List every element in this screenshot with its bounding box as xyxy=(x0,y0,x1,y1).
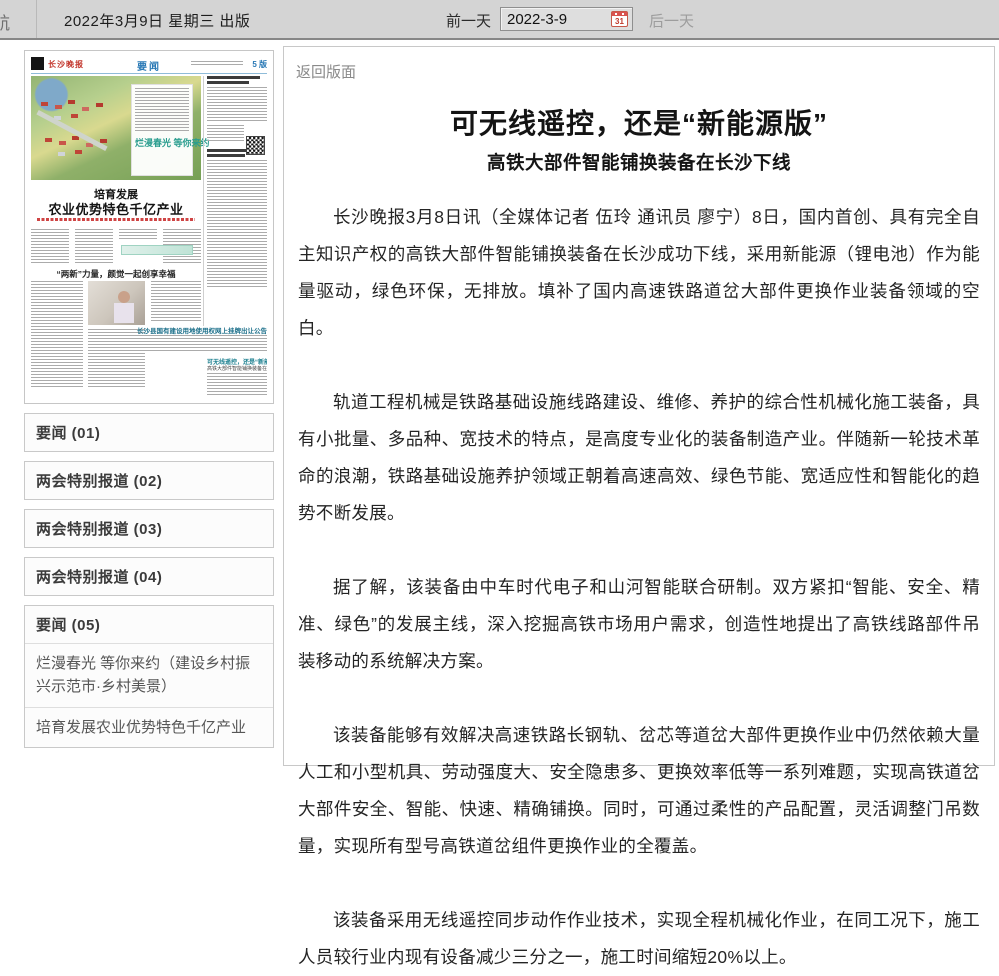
text-lines xyxy=(207,87,267,121)
section-label[interactable]: 要闻 (01) xyxy=(25,414,273,451)
article-paragraph: 据了解，该装备由中车时代电子和山河智能联合研制。双方紧扣“智能、安全、精准、绿色… xyxy=(298,569,980,680)
worker-photo xyxy=(88,281,145,325)
section-label[interactable]: 两会特别报道 (03) xyxy=(25,510,273,547)
date-navigation-bar: 航 2022年3月9日 星期三 出版 前一天 2022-3-9 31 后一天 xyxy=(0,0,999,40)
column-rule xyxy=(203,76,204,326)
headline-lines xyxy=(207,76,260,79)
date-input-value: 2022-3-9 xyxy=(507,11,567,28)
section-label[interactable]: 两会特别报道 (04) xyxy=(25,558,273,595)
rural-banner-graphic xyxy=(121,245,193,255)
text-lines xyxy=(207,373,267,397)
section-item-yaowen-01[interactable]: 要闻 (01) xyxy=(24,413,274,452)
masthead-rule xyxy=(31,73,267,74)
text-lines xyxy=(135,88,189,132)
article-paragraph: 长沙晚报3月8日讯（全媒体记者 伍玲 通讯员 廖宁）8日，国内首创、具有完全自主… xyxy=(298,199,980,347)
section-label[interactable]: 两会特别报道 (02) xyxy=(25,462,273,499)
article-paragraph: 该装备能够有效解决高速铁路长钢轨、岔芯等道岔大部件更换作业中仍然依赖大量人工和小… xyxy=(298,717,980,865)
topbar-divider xyxy=(36,0,37,38)
next-day-button-disabled[interactable]: 后一天 xyxy=(649,10,694,31)
back-to-page-link[interactable]: 返回版面 xyxy=(296,61,356,82)
text-lines xyxy=(207,160,267,288)
calendar-icon[interactable]: 31 xyxy=(611,11,628,27)
road-shape xyxy=(36,110,107,151)
article-paragraph: 该装备采用无线遥控同步动作作业技术，实现全程机械化作业，在同工况下，施工人员较行… xyxy=(298,902,980,976)
headline-lines xyxy=(207,154,245,157)
sidebar: 长沙晚报 要闻 5 版 烂漫春光 等你来约 培育发展 农业优势特色千亿产业 xyxy=(24,50,274,748)
roof-shapes xyxy=(45,138,52,142)
calendar-icon-day: 31 xyxy=(612,16,627,27)
text-lines xyxy=(119,229,157,241)
thumbnail-mid-headline: “两新”力量，颜觉一起创享幸福 xyxy=(31,268,201,280)
thumbnail-page: 长沙晚报 要闻 5 版 烂漫春光 等你来约 培育发展 农业优势特色千亿产业 xyxy=(31,57,267,397)
article-title: 可无线遥控，还是“新能源版” xyxy=(296,102,982,142)
text-lines xyxy=(191,61,243,67)
photo-text-overlay: 烂漫春光 等你来约 xyxy=(131,84,193,176)
thumbnail-notice-title: 长沙县国有建设用地使用权网上挂牌出让公告 xyxy=(137,325,267,335)
headline-lines xyxy=(207,81,249,84)
text-lines xyxy=(151,281,201,321)
article-paragraph: 轨道工程机械是铁路基础设施线路建设、维修、养护的综合性机械化施工装备，具有小批量… xyxy=(298,384,980,532)
section-item-lianghui-02[interactable]: 两会特别报道 (02) xyxy=(24,461,274,500)
prev-day-button[interactable]: 前一天 xyxy=(446,10,491,31)
publish-date-label: 2022年3月9日 星期三 出版 xyxy=(64,10,250,31)
red-subtitle-line xyxy=(37,218,195,221)
page-thumbnail[interactable]: 长沙晚报 要闻 5 版 烂漫春光 等你来约 培育发展 农业优势特色千亿产业 xyxy=(24,50,274,404)
overlay-title: 烂漫春光 等你来约 xyxy=(135,136,189,149)
text-lines xyxy=(31,281,83,387)
section-item-lianghui-04[interactable]: 两会特别报道 (04) xyxy=(24,557,274,596)
text-lines xyxy=(75,229,113,263)
text-lines xyxy=(137,335,267,353)
section-item-lianghui-03[interactable]: 两会特别报道 (03) xyxy=(24,509,274,548)
article-subtitle: 高铁大部件智能铺换装备在长沙下线 xyxy=(296,149,982,175)
text-lines xyxy=(31,229,69,263)
date-input[interactable]: 2022-3-9 31 xyxy=(500,7,633,31)
thumbnail-page-number: 5 版 xyxy=(252,59,267,70)
qr-code-icon xyxy=(246,136,265,155)
article-link[interactable]: 培育发展农业优势特色千亿产业 xyxy=(25,707,273,747)
article-link[interactable]: 烂漫春光 等你来约（建设乡村振兴示范市·乡村美景） xyxy=(25,643,273,707)
article-body: 长沙晚报3月8日讯（全媒体记者 伍玲 通讯员 廖宁）8日，国内首创、具有完全自主… xyxy=(296,199,982,976)
nav-label-fragment: 航 xyxy=(0,9,10,34)
section-label[interactable]: 要闻 (05) xyxy=(25,606,273,643)
article-panel: 返回版面 可无线遥控，还是“新能源版” 高铁大部件智能铺换装备在长沙下线 长沙晚… xyxy=(283,46,995,766)
thumbnail-headline-line2: 农业优势特色千亿产业 xyxy=(31,199,201,218)
roof-shapes xyxy=(41,102,48,106)
text-lines xyxy=(207,125,244,141)
thumbnail-corner-subtitle: 高铁大部件智能铺换装备在长沙下线 xyxy=(207,365,267,372)
section-item-yaowen-05: 要闻 (05) 烂漫春光 等你来约（建设乡村振兴示范市·乡村美景） 培育发展农业… xyxy=(24,605,274,748)
